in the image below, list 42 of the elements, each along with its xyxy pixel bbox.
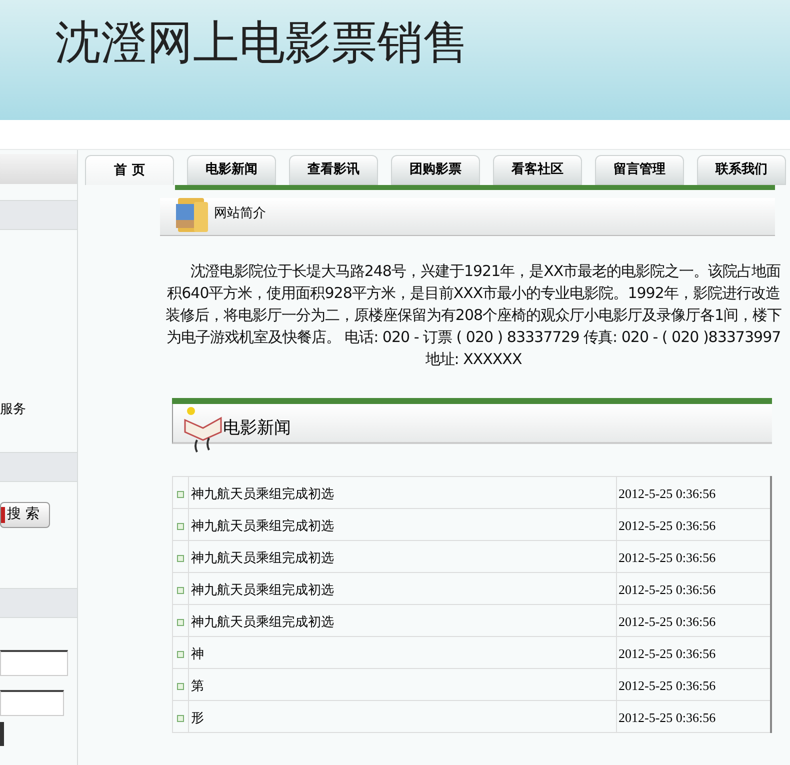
news-link[interactable]: 第 — [191, 678, 204, 694]
bullet-icon — [177, 522, 184, 530]
bullet-icon — [177, 618, 184, 626]
news-link[interactable]: 神九航天员乘组完成初选 — [191, 486, 334, 502]
news-date: 2012-5-25 0:36:56 — [618, 614, 716, 628]
news-link[interactable]: 神九航天员乘组完成初选 — [191, 582, 334, 598]
sidebar-button[interactable] — [0, 722, 4, 746]
news-link[interactable]: 神九航天员乘组完成初选 — [191, 614, 334, 630]
nav-tab[interactable]: 电影新闻 — [187, 155, 276, 185]
nav-tab[interactable]: 团购影票 — [391, 155, 480, 185]
bullet-icon — [177, 554, 184, 562]
news-date: 2012-5-25 0:36:56 — [618, 518, 716, 532]
bullet-icon — [177, 586, 184, 594]
input-field[interactable] — [0, 650, 68, 676]
news-date: 2012-5-25 0:36:56 — [618, 582, 716, 596]
intro-paragraph: 沈澄电影院位于长堤大马路248号，兴建于1921年，是XX市最老的电影院之一。该院占地面积640平方米，使用面积928平方米，是目前XXX市最小的专业电影院。1992年，影院进行改造装修后，将电影厅一分为二，原楼座保留为有208个座椅的观众厅小电影厅及录像厅各1间，楼下为电子游戏机室及快餐店。 电话: 020 - 订票 ( 020 ) 83337729 传真: 020 - ( 020 )83373997 地址: XXXXXX — [165, 261, 782, 370]
bullet-icon — [177, 650, 184, 658]
nav-tab[interactable]: 联系我们 — [697, 155, 786, 185]
nav-tab[interactable]: 看客社区 — [493, 155, 582, 185]
book-lightbulb-icon — [183, 406, 223, 454]
news-date: 2012-5-25 0:36:56 — [618, 678, 716, 692]
news-date: 2012-5-25 0:36:56 — [618, 710, 716, 724]
nav-tab[interactable]: 首 页 — [85, 155, 174, 185]
news-link[interactable]: 神九航天员乘组完成初选 — [191, 550, 334, 566]
news-title: 电影新闻 — [223, 417, 291, 440]
service-text: 服务 — [0, 401, 26, 419]
news-date: 2012-5-25 0:36:56 — [618, 550, 716, 564]
intro-title: 网站简介 — [214, 205, 266, 223]
input-field[interactable] — [0, 690, 64, 716]
news-date: 2012-5-25 0:36:56 — [618, 486, 716, 500]
bullet-icon — [177, 682, 184, 690]
news-link[interactable]: 形 — [191, 710, 204, 726]
folder-picture-icon — [174, 196, 210, 234]
site-title: 沈澄网上电影票销售 — [55, 15, 469, 69]
news-date: 2012-5-25 0:36:56 — [618, 646, 716, 660]
nav-tab[interactable]: 查看影讯 — [289, 155, 378, 185]
news-link[interactable]: 神九航天员乘组完成初选 — [191, 518, 334, 534]
search-button[interactable]: 搜 索 — [0, 502, 50, 528]
bullet-icon — [177, 714, 184, 722]
news-link[interactable]: 神 — [191, 646, 204, 662]
nav-tab[interactable]: 留言管理 — [595, 155, 684, 185]
bullet-icon — [177, 490, 184, 498]
